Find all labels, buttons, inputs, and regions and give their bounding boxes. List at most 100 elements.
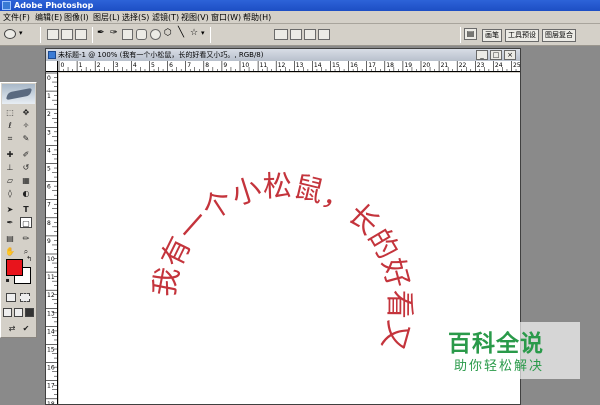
warped-text-layer[interactable]: 我有一个小松鼠，长的好看又小巧。 [59, 73, 417, 354]
rectangle-shape-icon[interactable] [122, 29, 133, 40]
shape-tool-icon[interactable]: ▢ [20, 217, 32, 228]
ruler-label: 11 [47, 274, 55, 281]
pen-tool-icon[interactable]: ✒ [4, 217, 16, 228]
ruler-label: 5 [151, 62, 155, 69]
menu-filter[interactable]: 滤镜(T) [152, 11, 179, 24]
maximize-button[interactable]: □ [490, 50, 502, 60]
default-colors-icon[interactable]: ▪ [4, 277, 11, 284]
horizontal-ruler[interactable]: 0 1 2 3 4 5 6 7 8 9 10 11 12 13 14 15 16 17 18 19 20 21 22 23 24… [58, 61, 520, 72]
preset-dropdown-icon[interactable]: ▾ [19, 29, 23, 37]
standard-screen-mode-icon[interactable] [3, 308, 12, 317]
app-title: Adobe Photoshop [14, 1, 94, 10]
minimize-button[interactable]: _ [476, 50, 488, 60]
swap-colors-icon[interactable]: ↰ [25, 255, 33, 263]
fill-pixels-icon[interactable] [75, 29, 87, 40]
marquee-tool-icon[interactable]: ⬚ [4, 107, 16, 118]
shape-options-dropdown-icon[interactable]: ▾ [201, 29, 205, 37]
clone-stamp-icon[interactable]: ⊥ [4, 162, 16, 173]
ruler-label: 3 [115, 62, 119, 69]
ruler-label: 16 [350, 62, 358, 69]
move-tool-icon[interactable]: ✥ [20, 107, 32, 118]
close-button[interactable]: × [504, 50, 516, 60]
ruler-label: 0 [47, 75, 51, 82]
eyedropper-tool-icon[interactable]: ✏ [20, 233, 32, 244]
menu-layer[interactable]: 图层(L) [93, 11, 120, 24]
line-shape-icon[interactable]: ╲ [178, 27, 184, 38]
ruler-label: 21 [441, 62, 449, 69]
ruler-label: 3 [47, 129, 51, 136]
tab-tool-presets[interactable]: 工具预设 [505, 29, 539, 42]
menu-select[interactable]: 选择(S) [122, 11, 149, 24]
ruler-label: 1 [79, 62, 83, 69]
menu-file[interactable]: 文件(F) [3, 11, 30, 24]
history-brush-icon[interactable]: ↺ [20, 162, 32, 173]
standard-mode-icon[interactable] [6, 293, 16, 302]
freeform-pen-icon[interactable]: ✑ [110, 28, 118, 38]
paths-icon[interactable] [61, 29, 73, 40]
magic-wand-icon[interactable]: ✧ [20, 120, 32, 131]
slice-tool-icon[interactable]: ✎ [20, 133, 32, 144]
exclude-shape-icon[interactable] [318, 29, 330, 40]
polygon-shape-icon[interactable]: ⬡ [164, 28, 172, 38]
ruler-label: 4 [133, 62, 137, 69]
ruler-label: 24 [495, 62, 503, 69]
horizontal-ruler-ticks: 0 1 2 3 4 5 6 7 8 9 10 11 12 13 14 15 16 17 18 19 20 21 22 23 24… [58, 61, 520, 72]
tab-layer-comps[interactable]: 图层复合 [542, 29, 576, 42]
tab-brushes[interactable]: 画笔 [482, 29, 502, 42]
healing-brush-icon[interactable]: ✚ [4, 149, 16, 160]
brush-tool-icon[interactable]: ✐ [20, 149, 32, 160]
photoshop-logo-icon [2, 1, 11, 10]
type-tool-icon[interactable]: T [20, 204, 32, 215]
full-screen-menu-mode-icon[interactable] [14, 308, 23, 317]
canvas-text: 我有一个小松鼠，长的好看又小巧。 [59, 73, 417, 354]
path-selection-icon[interactable]: ➤ [4, 204, 16, 215]
add-to-shape-icon[interactable] [274, 29, 288, 40]
vertical-ruler[interactable]: 0123456789101112131415161718 [46, 72, 58, 404]
menu-image[interactable]: 图像(I) [64, 11, 89, 24]
menu-edit[interactable]: 编辑(E) [35, 11, 62, 24]
menu-bar: 文件(F) 编辑(E) 图像(I) 图层(L) 选择(S) 滤镜(T) 视图(V… [0, 11, 600, 24]
ruler-label: 20 [423, 62, 431, 69]
menu-view[interactable]: 视图(V) [181, 11, 209, 24]
intersect-shape-icon[interactable] [304, 29, 316, 40]
full-screen-mode-icon[interactable] [25, 308, 34, 317]
pen-tool-icon[interactable]: ✒ [97, 28, 105, 38]
ruler-label: 15 [332, 62, 340, 69]
notes-tool-icon[interactable]: ▤ [4, 233, 16, 244]
ruler-label: 10 [47, 256, 55, 263]
hand-tool-icon[interactable]: ✋ [4, 246, 16, 257]
ruler-label: 5 [47, 166, 51, 173]
blur-tool-icon[interactable]: ◊ [4, 188, 16, 199]
ruler-label: 7 [187, 62, 191, 69]
custom-shape-icon[interactable]: ☆ [190, 28, 198, 38]
ruler-label: 25 [513, 62, 520, 69]
foreground-color-swatch[interactable] [6, 259, 23, 276]
rounded-rectangle-icon[interactable] [136, 29, 147, 40]
eraser-tool-icon[interactable]: ▱ [4, 175, 16, 186]
ellipse-tool-preset-icon[interactable] [4, 29, 16, 39]
crop-tool-icon[interactable]: ⌗ [4, 133, 16, 144]
lasso-tool-icon[interactable]: ℓ [4, 120, 16, 131]
ruler-origin[interactable] [46, 61, 58, 72]
ruler-label: 19 [404, 62, 412, 69]
quick-mask-icon[interactable] [20, 293, 30, 302]
document-titlebar[interactable]: 未标题-1 @ 100% (我有一个小松鼠，长的好看又小巧。, RGB/8) _… [46, 49, 520, 61]
ruler-label: 2 [97, 62, 101, 69]
ruler-label: 18 [47, 401, 55, 404]
jump-to-imageready-icon[interactable]: ⇄ [6, 323, 18, 334]
ellipse-shape-icon[interactable] [150, 29, 161, 40]
file-browser-icon[interactable]: ▤ [464, 28, 477, 40]
menu-help[interactable]: 帮助(H) [243, 11, 271, 24]
ruler-label: 0 [61, 62, 65, 69]
menu-window[interactable]: 窗口(W) [211, 11, 241, 24]
ruler-label: 14 [314, 62, 322, 69]
dodge-tool-icon[interactable]: ◐ [20, 188, 32, 199]
subtract-shape-icon[interactable] [290, 29, 302, 40]
ruler-label: 16 [47, 365, 55, 372]
edit-in-imageready-icon[interactable]: ✔ [20, 323, 32, 334]
app-titlebar: Adobe Photoshop [0, 0, 600, 11]
ruler-label: 22 [459, 62, 467, 69]
shape-layers-icon[interactable] [47, 29, 59, 40]
gradient-tool-icon[interactable]: ▦ [20, 175, 32, 186]
options-separator [460, 27, 461, 43]
